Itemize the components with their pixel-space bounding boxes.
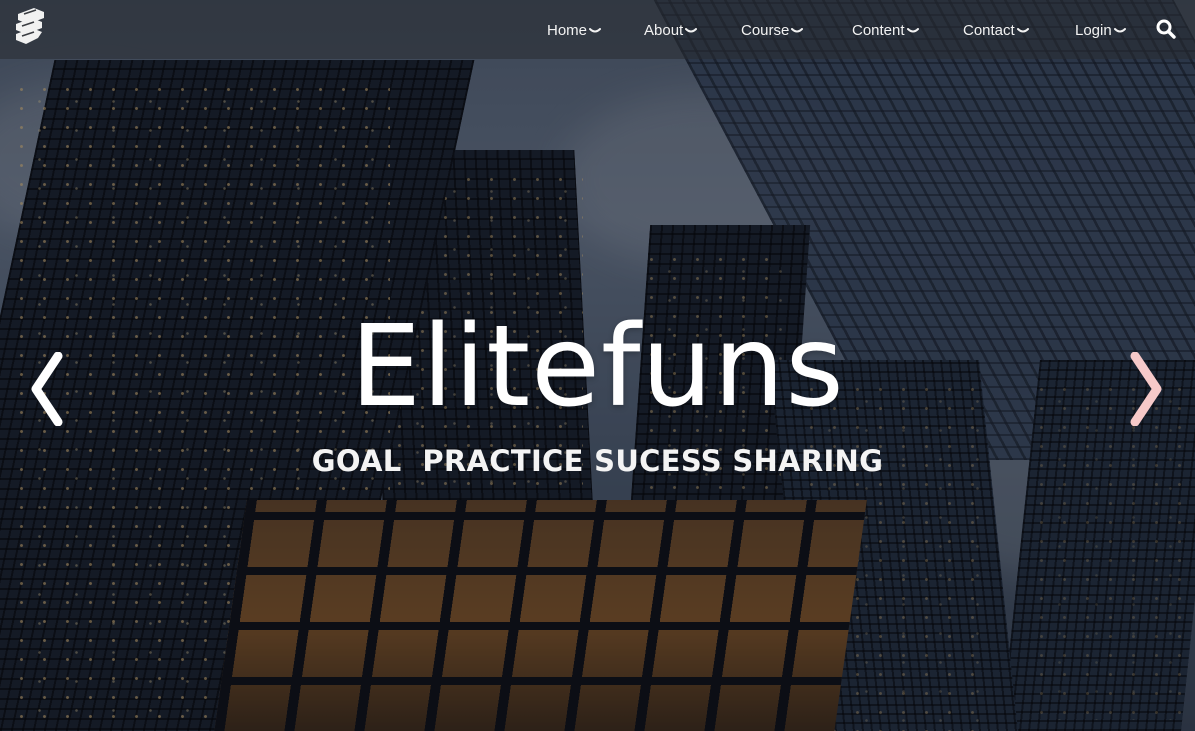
chevron-right-icon — [1130, 351, 1162, 427]
nav-item-home[interactable]: Home — [547, 19, 602, 41]
nav-item-label: Content — [852, 21, 905, 39]
nav-item-label: Contact — [963, 21, 1015, 39]
chevron-down-icon — [1113, 28, 1126, 33]
chevron-down-icon — [791, 28, 804, 33]
nav-item-contact[interactable]: Contact — [963, 19, 1029, 41]
nav-item-login[interactable]: Login — [1075, 19, 1126, 41]
chevron-down-icon — [589, 28, 602, 33]
carousel-next-button[interactable] — [1129, 351, 1165, 427]
nav-item-label: Course — [741, 21, 790, 39]
nav-item-content[interactable]: Content — [852, 19, 919, 41]
chevron-down-icon — [1016, 28, 1029, 33]
hero-title: Elitefuns — [350, 302, 845, 432]
hero-subtitle: GOAL PRACTICE SUCESS SHARING — [311, 444, 884, 478]
nav-item-label: Home — [547, 21, 588, 39]
main-menu: Home About Course Content Contact Login — [0, 0, 1195, 59]
nav-item-label: Login — [1075, 21, 1112, 39]
nav-item-about[interactable]: About — [644, 19, 698, 41]
chevron-down-icon — [906, 28, 919, 33]
chevron-down-icon — [685, 28, 698, 33]
top-navbar: Home About Course Content Contact Login — [0, 0, 1195, 59]
nav-item-label: About — [644, 21, 684, 39]
search-icon[interactable] — [1156, 19, 1176, 39]
nav-item-course[interactable]: Course — [741, 19, 804, 41]
